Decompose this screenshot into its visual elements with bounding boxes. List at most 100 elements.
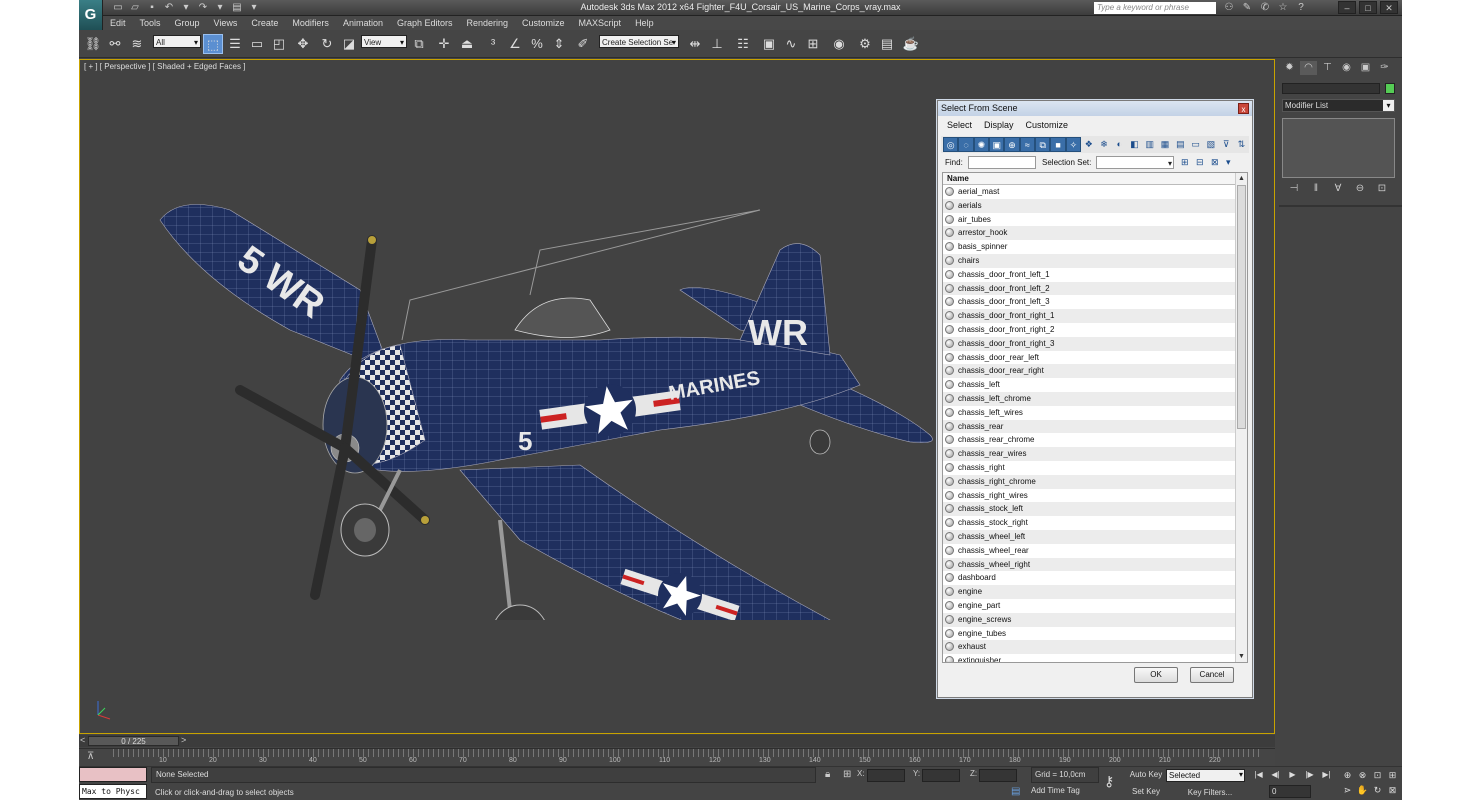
list-item[interactable]: engine_part <box>943 599 1236 613</box>
display-hidden-icon[interactable]: ◐ <box>1112 137 1127 152</box>
application-menu-button[interactable]: G <box>79 0 103 30</box>
menu-modifiers[interactable]: Modifiers <box>285 16 336 30</box>
display-xrefs-icon[interactable]: ■ <box>1050 137 1066 152</box>
motion-tab-icon[interactable]: ◉ <box>1338 61 1355 75</box>
mirror-icon[interactable]: ⇹ <box>685 34 705 54</box>
graphite-modeling-icon[interactable]: ▣ <box>759 34 779 54</box>
list-item[interactable]: basis_spinner <box>943 240 1236 254</box>
edit-named-selections-icon[interactable]: ✐ <box>573 34 593 54</box>
display-containers-icon[interactable]: ❖ <box>1081 137 1096 152</box>
list-item[interactable]: chassis_left_wires <box>943 406 1236 420</box>
scene-object-list[interactable]: Name aerial_mast aerials air_tubes arrestor… <box>942 172 1248 663</box>
lock-selection-icon[interactable]: 🔒︎ <box>825 769 830 780</box>
list-item[interactable]: chassis_rear_wires <box>943 447 1236 461</box>
list-item[interactable]: chairs <box>943 253 1236 268</box>
selection-set-select[interactable] <box>1096 156 1174 171</box>
menu-views[interactable]: Views <box>207 16 245 30</box>
perspective-viewport[interactable]: [ + ] [ Perspective ] [ Shaded + Edged F… <box>79 59 1275 734</box>
percent-snap-icon[interactable]: % <box>527 34 547 54</box>
list-item[interactable]: exhaust <box>943 640 1236 655</box>
display-invert-icon[interactable]: ▦ <box>1157 137 1172 152</box>
menu-maxscript[interactable]: MAXScript <box>572 16 629 30</box>
align-icon[interactable]: ⊥ <box>707 34 727 54</box>
display-space-warps-icon[interactable]: ≈ <box>1019 137 1036 152</box>
select-object-icon[interactable]: ⬚ <box>203 34 223 54</box>
list-scrollbar[interactable]: ▲ ▼ <box>1235 173 1247 662</box>
display-none-icon[interactable]: ▥ <box>1142 137 1157 152</box>
utilities-tab-icon[interactable]: ✑ <box>1376 61 1393 75</box>
modifier-list-select[interactable]: Modifier List <box>1282 99 1395 112</box>
list-item[interactable]: chassis_door_front_right_3 <box>943 336 1236 351</box>
list-item[interactable]: dashboard <box>943 571 1236 585</box>
play-icon[interactable]: ▶ <box>1285 769 1300 781</box>
zoom-icon[interactable]: ⊕ <box>1341 769 1354 782</box>
display-tab-icon[interactable]: ▣ <box>1357 61 1374 75</box>
display-lights-icon[interactable]: ✺ <box>973 137 990 152</box>
maximize-icon[interactable]: □ <box>1359 1 1377 14</box>
select-manipulate-icon[interactable]: ✛ <box>434 34 454 54</box>
angle-snap-icon[interactable]: ∠ <box>505 34 525 54</box>
select-invert-icon[interactable]: ▧ <box>1203 137 1218 152</box>
key-filters-button[interactable]: Key Filters... <box>1175 786 1245 799</box>
menu-create[interactable]: Create <box>244 16 285 30</box>
favorites-icon[interactable]: ☆ <box>1276 2 1290 14</box>
show-end-result-icon[interactable]: ‖ <box>1309 183 1323 195</box>
add-time-tag-button[interactable]: Add Time Tag <box>1031 786 1080 795</box>
list-item[interactable]: engine <box>943 585 1236 599</box>
list-item[interactable]: chassis_door_front_left_3 <box>943 295 1236 309</box>
display-shapes-icon[interactable]: ◌ <box>958 137 974 152</box>
help-icon[interactable]: ? <box>1294 2 1308 14</box>
rendered-frame-window-icon[interactable]: ▤ <box>877 34 897 54</box>
list-item[interactable]: chassis_left <box>943 378 1236 392</box>
select-dependents-icon[interactable]: ⊞ <box>1181 155 1193 170</box>
curve-editor-icon[interactable]: ∿ <box>781 34 801 54</box>
close-icon[interactable]: ✕ <box>1380 1 1398 14</box>
help-search-input[interactable]: Type a keyword or phrase <box>1094 2 1216 14</box>
menu-customize[interactable]: Customize <box>515 16 572 30</box>
x-coordinate-input[interactable] <box>867 769 905 782</box>
select-children-icon[interactable]: ⊟ <box>1196 155 1208 170</box>
z-coordinate-input[interactable] <box>979 769 1017 782</box>
list-item[interactable]: aerial_mast <box>943 185 1236 199</box>
dialog-menu-display[interactable]: Display <box>978 118 1020 133</box>
list-item[interactable]: engine_screws <box>943 612 1236 627</box>
list-item[interactable]: chassis_wheel_left <box>943 529 1236 544</box>
display-bones-icon[interactable]: ✧ <box>1065 137 1082 152</box>
named-selection-select[interactable]: Create Selection Se <box>599 35 679 49</box>
track-bar[interactable]: ⊼ 10 20 30 40 50 60 70 80 90 100 110 120 130 140 150 16… <box>79 748 1275 766</box>
list-item[interactable]: extinguisher <box>943 654 1236 662</box>
object-color-swatch[interactable] <box>1385 83 1395 94</box>
cancel-button[interactable]: Cancel <box>1190 667 1234 683</box>
current-frame-input[interactable]: 0 <box>1269 785 1311 798</box>
list-item[interactable]: chassis_rear_chrome <box>943 433 1236 447</box>
absolute-mode-icon[interactable]: ⊞ <box>843 769 851 780</box>
time-slider[interactable]: 0 / 225 <box>88 736 179 746</box>
dialog-close-button[interactable]: x <box>1238 103 1249 114</box>
layer-manager-icon[interactable]: ☷ <box>733 34 753 54</box>
select-and-move-icon[interactable]: ✥ <box>293 34 313 54</box>
select-by-name-icon[interactable]: ☰ <box>225 34 245 54</box>
binoculars-icon[interactable]: ⚇ <box>1222 2 1236 14</box>
zoom-extents-icon[interactable]: ⊡ <box>1371 769 1384 782</box>
scroll-down-icon[interactable]: ▼ <box>1236 651 1247 662</box>
maximize-viewport-icon[interactable]: ⊠ <box>1386 784 1399 797</box>
pin-stack-icon[interactable]: ⊣ <box>1287 183 1301 195</box>
dialog-options-icon[interactable]: ▾ <box>1226 155 1238 170</box>
list-item[interactable]: chassis_stock_right <box>943 516 1236 530</box>
select-all-icon[interactable]: ▤ <box>1173 137 1188 152</box>
time-prev-icon[interactable]: < <box>80 735 85 745</box>
filter-icon[interactable]: ⊽ <box>1218 137 1233 152</box>
menu-rendering[interactable]: Rendering <box>460 16 516 30</box>
orbit-icon[interactable]: ↻ <box>1371 784 1384 797</box>
remove-modifier-icon[interactable]: ⊖ <box>1353 183 1367 195</box>
list-item[interactable]: engine_tubes <box>943 627 1236 641</box>
maxscript-mini-listener[interactable]: Max to Physc <box>79 784 147 799</box>
menu-edit[interactable]: Edit <box>103 16 133 30</box>
ok-button[interactable]: OK <box>1134 667 1178 683</box>
go-to-start-icon[interactable]: |◀ <box>1251 769 1266 781</box>
list-item[interactable]: chassis_door_rear_left <box>943 351 1236 365</box>
display-all-icon[interactable]: ◧ <box>1127 137 1142 152</box>
hierarchy-tab-icon[interactable]: ⊤ <box>1319 61 1336 75</box>
communication-center-icon[interactable]: ✆ <box>1258 2 1272 14</box>
select-and-scale-icon[interactable]: ◪ <box>339 34 359 54</box>
